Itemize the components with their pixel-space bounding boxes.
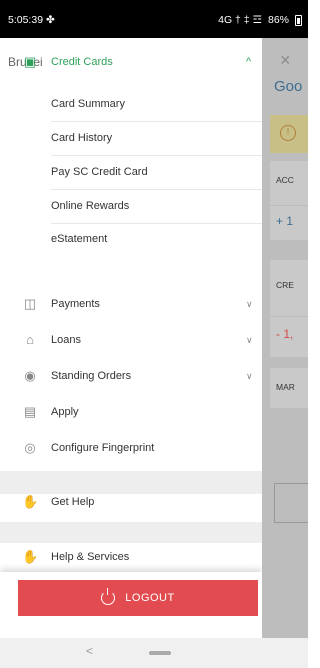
battery-text: 86% — [267, 14, 289, 26]
hand-icon: ✋ — [22, 494, 39, 509]
payments-label: Payments — [51, 298, 100, 310]
apply-label: Apply — [51, 406, 79, 418]
credit-card-icon: ▣ — [23, 54, 37, 69]
house-icon: ⌂ — [26, 332, 34, 347]
account-label: ACC — [276, 175, 294, 185]
background-app: × Goo ! ACC + 1 CRE - 1, MAR — [262, 38, 308, 638]
submenu-estatement[interactable]: eStatement — [51, 223, 262, 255]
menu-payments[interactable]: ◫ Payments ∨ — [0, 292, 262, 316]
logout-button[interactable]: LOGOUT — [18, 580, 258, 616]
submenu-card-summary[interactable]: Card Summary — [51, 87, 262, 122]
submenu-online-rewards[interactable]: Online Rewards — [51, 189, 262, 224]
chevron-down-icon: ∨ — [246, 370, 253, 381]
warning-icon: ! — [280, 125, 296, 141]
power-icon — [101, 588, 116, 605]
navigation-drawer: Brunei ▣ Credit Cards ^ Card Summary Car… — [0, 38, 262, 638]
logout-container: LOGOUT — [0, 572, 262, 638]
section-divider — [0, 522, 262, 543]
account-card[interactable]: ACC — [270, 161, 308, 205]
menu-configure-fingerprint[interactable]: ◎ Configure Fingerprint — [0, 436, 262, 460]
market-card[interactable]: MAR — [270, 368, 308, 408]
menu-get-help[interactable]: ✋ Get Help — [0, 490, 262, 514]
status-time: 5:05:39 ✤ — [8, 14, 55, 26]
get-help-label: Get Help — [51, 496, 95, 508]
chevron-down-icon: ∨ — [246, 334, 253, 345]
credit-label: CRE — [276, 280, 294, 290]
greeting-text: Goo — [274, 78, 303, 95]
status-icons: 4G † ‡ ☲ 86% — [218, 14, 302, 26]
background-button[interactable] — [274, 483, 308, 523]
status-bar: 5:05:39 ✤ 4G † ‡ ☲ 86% — [0, 0, 308, 38]
credit-amount-row: - 1, — [270, 317, 308, 357]
home-pill-icon[interactable] — [149, 651, 171, 655]
market-label: MAR — [276, 382, 295, 392]
credit-cards-label: Credit Cards — [51, 56, 113, 68]
credit-amount: - 1, — [276, 327, 294, 341]
standing-orders-label: Standing Orders — [51, 370, 132, 382]
credit-card-summary[interactable]: CRE — [270, 260, 308, 316]
hand-icon: ✋ — [22, 549, 39, 564]
close-icon[interactable]: × — [280, 50, 291, 71]
loans-label: Loans — [51, 334, 81, 346]
chevron-up-icon: ^ — [246, 56, 252, 68]
chevron-down-icon: ∨ — [246, 298, 253, 309]
logout-label: LOGOUT — [125, 592, 175, 604]
warning-banner: ! — [270, 115, 308, 153]
fingerprint-icon: ◎ — [24, 440, 36, 455]
menu-apply[interactable]: ▤ Apply — [0, 400, 262, 424]
system-nav-bar: < — [0, 638, 308, 668]
coin-icon: ◉ — [24, 368, 36, 383]
configure-fingerprint-label: Configure Fingerprint — [51, 442, 155, 454]
menu-loans[interactable]: ⌂ Loans ∨ — [0, 328, 262, 352]
back-icon[interactable]: < — [86, 644, 93, 658]
account-amount: + 1 — [276, 214, 294, 228]
account-amount-row: + 1 — [270, 206, 308, 240]
submenu-card-history[interactable]: Card History — [51, 121, 262, 156]
wallet-icon: ◫ — [23, 296, 37, 311]
help-services-label: Help & Services — [51, 551, 130, 563]
battery-icon — [295, 14, 302, 26]
menu-standing-orders[interactable]: ◉ Standing Orders ∨ — [0, 364, 262, 388]
form-icon: ▤ — [23, 404, 37, 419]
menu-credit-cards[interactable]: ▣ Credit Cards ^ — [0, 50, 262, 74]
submenu-pay-sc-credit-card[interactable]: Pay SC Credit Card — [51, 155, 262, 190]
menu-help-services[interactable]: ✋ Help & Services — [0, 545, 262, 569]
